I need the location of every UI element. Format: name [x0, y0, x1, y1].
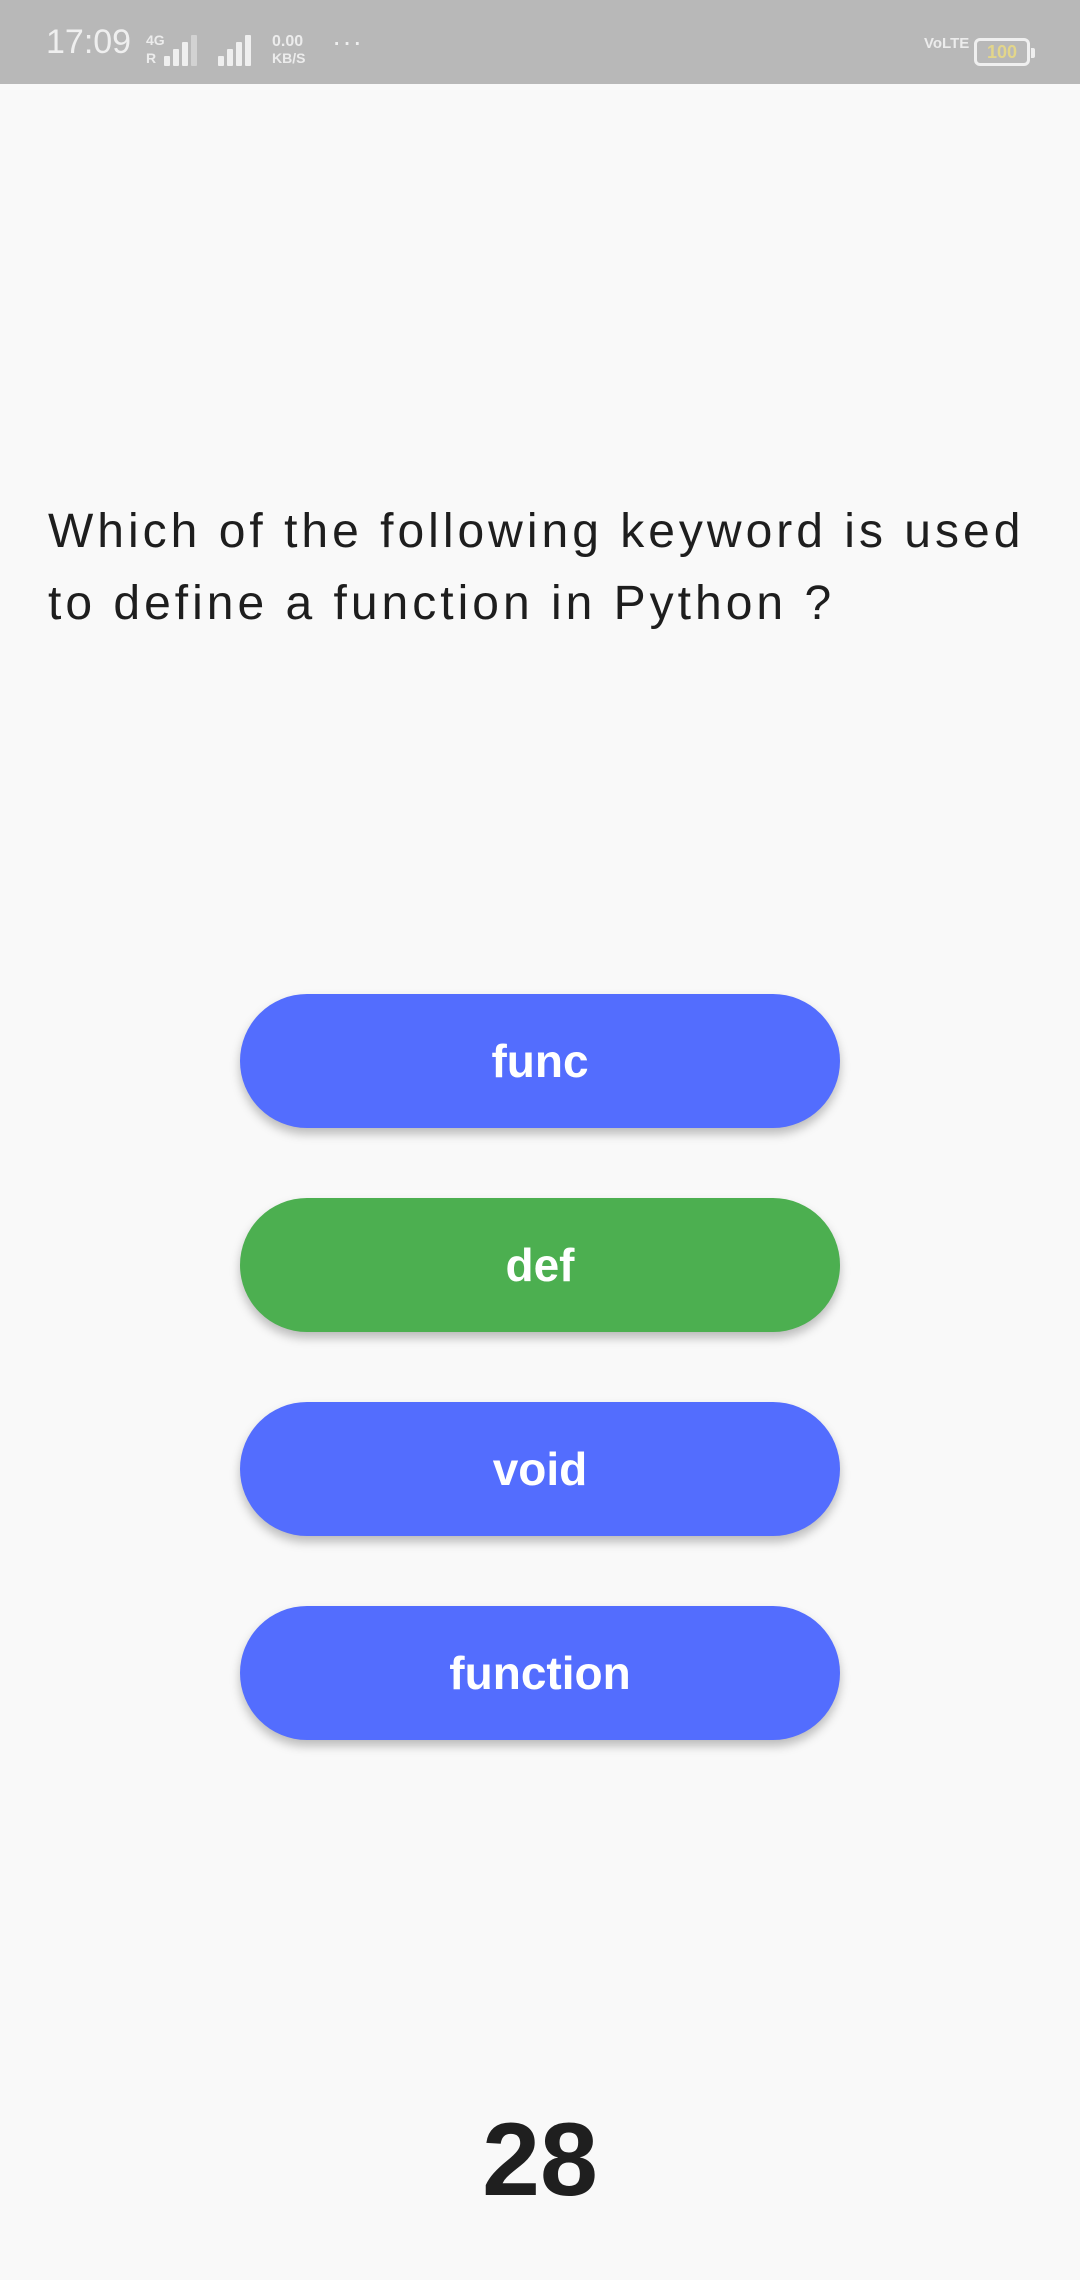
volte-icon: VoLTE [924, 35, 970, 52]
battery-level: 100 [986, 42, 1018, 62]
answer-button-func[interactable]: func [240, 994, 840, 1128]
signal-2-icon [218, 35, 251, 66]
network-speed: 0.00 KB/S [272, 33, 306, 67]
status-time: 17:09 [46, 23, 132, 61]
question-text: Which of the following keyword is used t… [48, 505, 1025, 630]
answer-button-function[interactable]: function [240, 1606, 840, 1740]
network-speed-unit: KB/S [272, 50, 306, 66]
answer-button-def[interactable]: def [240, 1198, 840, 1332]
status-bar: 17:09 4G R 0.00 KB/S ··· VoLTE 100 [0, 0, 1080, 84]
network-speed-value: 0.00 [272, 33, 304, 50]
answer-button-void[interactable]: void [240, 1402, 840, 1536]
network-type: 4G [146, 32, 165, 48]
signal-1-icon [164, 35, 197, 66]
battery-icon: 100 [974, 38, 1035, 66]
roaming-indicator: R [146, 50, 157, 66]
answer-options: func def void function [240, 994, 840, 1810]
more-notifications-icon: ··· [332, 26, 363, 57]
countdown-timer: 28 [482, 2102, 598, 2218]
